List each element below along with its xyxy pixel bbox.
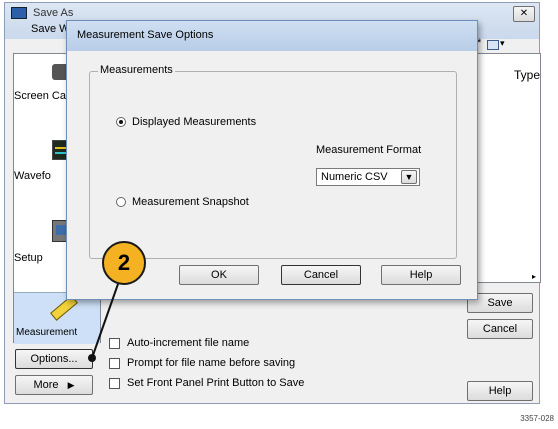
- places-item-label: Measurement: [16, 327, 78, 338]
- help-label: Help: [488, 385, 512, 397]
- places-item-label: Setup: [14, 252, 43, 264]
- cancel-button[interactable]: Cancel: [467, 319, 533, 339]
- format-select[interactable]: Numeric CSV ▼: [316, 168, 420, 186]
- measurements-group: Measurements Displayed Measurements Meas…: [89, 64, 457, 259]
- save-label: Save: [487, 297, 513, 309]
- dialog-cancel-button[interactable]: Cancel: [281, 265, 361, 285]
- dialog-help-button[interactable]: Help: [381, 265, 461, 285]
- step-callout-badge: 2: [102, 241, 146, 285]
- checkbox-row[interactable]: Auto-increment file name: [109, 337, 369, 351]
- chevron-down-icon: ▼: [404, 172, 414, 182]
- auto-increment-checkbox[interactable]: [109, 338, 120, 349]
- ok-label: OK: [211, 269, 227, 281]
- print-button-label: Set Front Panel Print Button to Save: [127, 377, 305, 389]
- radio-button[interactable]: [116, 197, 126, 207]
- places-item-label: Wavefo: [14, 170, 51, 182]
- radio-label: Displayed Measurements: [132, 116, 257, 128]
- radio-label: Measurement Snapshot: [132, 196, 249, 208]
- dialog-title-bar: Measurement Save Options: [67, 21, 477, 51]
- radio-measurement-snapshot[interactable]: Measurement Snapshot: [116, 196, 276, 210]
- triangle-right-icon: ▶: [67, 380, 75, 390]
- prompt-filename-checkbox[interactable]: [109, 358, 120, 369]
- radio-displayed-measurements[interactable]: Displayed Measurements: [116, 116, 276, 130]
- chevron-down-icon: ▾: [500, 38, 505, 48]
- figure-number: 3357-028: [520, 414, 554, 423]
- auto-increment-label: Auto-increment file name: [127, 337, 250, 349]
- save-as-title: Save As: [33, 7, 74, 19]
- group-label: Measurements: [98, 64, 175, 76]
- format-label: Measurement Format: [316, 144, 422, 156]
- dialog-title: Measurement Save Options: [77, 29, 214, 41]
- dropdown-button[interactable]: ▼: [401, 170, 417, 184]
- close-icon: ✕: [519, 8, 529, 19]
- places-item-label: Screen Ca: [14, 90, 66, 102]
- more-label: More: [33, 379, 59, 391]
- view-grid-icon: [487, 40, 499, 50]
- help-label: Help: [409, 269, 433, 281]
- column-header-type[interactable]: Type: [514, 68, 540, 82]
- checkbox-row[interactable]: Prompt for file name before saving: [109, 357, 369, 371]
- more-button[interactable]: More ▶: [15, 375, 93, 395]
- dialog-ok-button[interactable]: OK: [179, 265, 259, 285]
- save-as-app-icon: [11, 7, 27, 19]
- options-button[interactable]: Options...: [15, 349, 93, 369]
- radio-button-selected[interactable]: [116, 117, 126, 127]
- save-in-label: Save W: [31, 23, 70, 35]
- format-value: Numeric CSV: [321, 171, 388, 183]
- cancel-label: Cancel: [303, 269, 339, 281]
- scroll-right-icon[interactable]: ▸: [532, 272, 536, 281]
- cancel-label: Cancel: [482, 323, 518, 335]
- checkbox-row[interactable]: Set Front Panel Print Button to Save: [109, 377, 369, 391]
- options-label: Options...: [30, 353, 78, 365]
- radio-dot-icon: [119, 120, 123, 124]
- view-menu-button[interactable]: ▾: [487, 38, 513, 53]
- print-button-checkbox[interactable]: [109, 378, 120, 389]
- help-button[interactable]: Help: [467, 381, 533, 401]
- close-button[interactable]: ✕: [513, 6, 535, 22]
- prompt-filename-label: Prompt for file name before saving: [127, 357, 296, 369]
